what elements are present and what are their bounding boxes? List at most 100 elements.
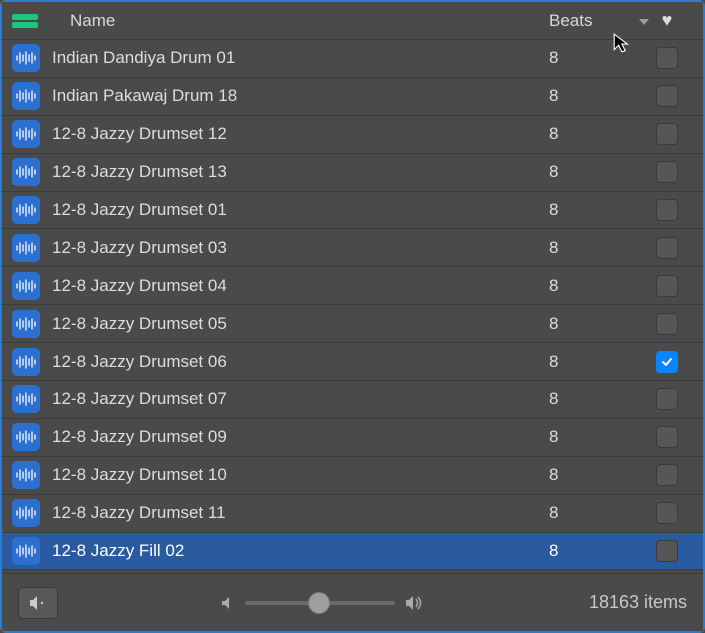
favorite-checkbox[interactable] — [656, 388, 678, 410]
favorite-cell — [647, 464, 695, 486]
waveform-icon — [12, 158, 40, 186]
favorite-cell — [647, 502, 695, 524]
waveform-icon — [12, 385, 40, 413]
waveform-icon — [12, 196, 40, 224]
table-row[interactable]: 12-8 Jazzy Drumset 13 8 — [2, 154, 703, 192]
favorite-checkbox[interactable] — [656, 426, 678, 448]
favorite-checkbox[interactable] — [656, 502, 678, 524]
table-row[interactable]: 12-8 Jazzy Drumset 07 8 — [2, 381, 703, 419]
waveform-icon — [12, 44, 40, 72]
footer-bar: 18163 items — [2, 573, 703, 631]
row-beats: 8 — [549, 352, 639, 372]
favorite-checkbox[interactable] — [656, 275, 678, 297]
favorite-checkbox[interactable] — [656, 237, 678, 259]
volume-slider-thumb[interactable] — [308, 592, 330, 614]
table-row[interactable]: 12-8 Jazzy Drumset 05 8 — [2, 305, 703, 343]
table-row[interactable]: 12-8 Jazzy Drumset 11 8 — [2, 495, 703, 533]
volume-slider-group — [74, 595, 573, 611]
row-name: Indian Dandiya Drum 01 — [48, 48, 541, 68]
volume-slider[interactable] — [245, 601, 395, 605]
view-toggle-button[interactable] — [12, 12, 40, 30]
row-beats: 8 — [549, 389, 639, 409]
row-beats: 8 — [549, 503, 639, 523]
row-beats: 8 — [549, 200, 639, 220]
table-row[interactable]: Indian Pakawaj Drum 18 8 — [2, 78, 703, 116]
waveform-icon — [12, 82, 40, 110]
favorite-checkbox[interactable] — [656, 161, 678, 183]
favorite-cell — [647, 85, 695, 107]
table-row[interactable]: 12-8 Jazzy Drumset 01 8 — [2, 192, 703, 230]
table-row[interactable]: 12-8 Jazzy Fill 02 8 — [2, 533, 703, 570]
favorite-cell — [647, 161, 695, 183]
heart-icon: ♥ — [662, 10, 673, 31]
favorite-checkbox[interactable] — [656, 464, 678, 486]
row-beats: 8 — [549, 314, 639, 334]
row-beats: 8 — [549, 86, 639, 106]
row-beats: 8 — [549, 48, 639, 68]
table-row[interactable]: 12-8 Jazzy Drumset 06 8 — [2, 343, 703, 381]
column-header-favorite[interactable]: ♥ — [647, 10, 695, 31]
column-header-name[interactable]: Name — [48, 11, 541, 31]
row-name: 12-8 Jazzy Drumset 01 — [48, 200, 541, 220]
row-name: Indian Pakawaj Drum 18 — [48, 86, 541, 106]
waveform-icon — [12, 272, 40, 300]
table-row[interactable]: 12-8 Jazzy Drumset 12 8 — [2, 116, 703, 154]
favorite-checkbox[interactable] — [656, 85, 678, 107]
row-name: 12-8 Jazzy Drumset 04 — [48, 276, 541, 296]
waveform-icon — [12, 310, 40, 338]
favorite-cell — [647, 313, 695, 335]
waveform-icon — [12, 461, 40, 489]
favorite-cell — [647, 426, 695, 448]
favorite-checkbox[interactable] — [656, 199, 678, 221]
row-name: 12-8 Jazzy Fill 02 — [48, 541, 541, 561]
chevron-down-icon — [639, 19, 649, 25]
row-beats: 8 — [549, 276, 639, 296]
table-row[interactable]: Indian Dandiya Drum 01 8 — [2, 40, 703, 78]
volume-low-icon — [221, 596, 235, 610]
row-beats: 8 — [549, 427, 639, 447]
column-header-beats-label: Beats — [549, 11, 592, 30]
table-row[interactable]: 12-8 Jazzy Drumset 038 — [2, 229, 703, 267]
favorite-checkbox[interactable] — [656, 351, 678, 373]
waveform-icon — [12, 423, 40, 451]
loop-list: Indian Dandiya Drum 018Indian Pakawaj Dr… — [2, 40, 703, 570]
column-header-beats[interactable]: Beats — [549, 11, 639, 31]
table-row[interactable]: 12-8 Jazzy Drumset 09 8 — [2, 419, 703, 457]
favorite-cell — [647, 47, 695, 69]
speaker-icon — [29, 595, 47, 611]
table-row[interactable]: 12-8 Jazzy Drumset 10 8 — [2, 457, 703, 495]
row-name: 12-8 Jazzy Drumset 05 — [48, 314, 541, 334]
row-beats: 8 — [549, 162, 639, 182]
waveform-icon — [12, 348, 40, 376]
volume-high-icon — [405, 595, 425, 611]
favorite-cell — [647, 388, 695, 410]
favorite-checkbox[interactable] — [656, 123, 678, 145]
row-name: 12-8 Jazzy Drumset 10 — [48, 465, 541, 485]
favorite-cell — [647, 199, 695, 221]
row-name: 12-8 Jazzy Drumset 09 — [48, 427, 541, 447]
row-beats: 8 — [549, 541, 639, 561]
favorite-checkbox[interactable] — [656, 47, 678, 69]
row-name: 12-8 Jazzy Drumset 12 — [48, 124, 541, 144]
item-count-label: 18163 items — [589, 592, 687, 613]
row-beats: 8 — [549, 465, 639, 485]
favorite-cell — [647, 275, 695, 297]
preview-button[interactable] — [18, 587, 58, 619]
row-beats: 8 — [549, 124, 639, 144]
table-row[interactable]: 12-8 Jazzy Drumset 04 8 — [2, 267, 703, 305]
favorite-checkbox[interactable] — [656, 313, 678, 335]
favorite-cell — [647, 237, 695, 259]
favorite-cell — [647, 123, 695, 145]
row-beats: 8 — [549, 238, 639, 258]
waveform-icon — [12, 499, 40, 527]
row-name: 12-8 Jazzy Drumset 07 — [48, 389, 541, 409]
waveform-icon — [12, 120, 40, 148]
waveform-icon — [12, 234, 40, 262]
row-name: 12-8 Jazzy Drumset 06 — [48, 352, 541, 372]
favorite-cell — [647, 351, 695, 373]
row-name: 12-8 Jazzy Drumset 13 — [48, 162, 541, 182]
waveform-icon — [12, 537, 40, 565]
row-name: 12-8 Jazzy Drumset 11 — [48, 503, 541, 523]
favorite-cell — [647, 540, 695, 562]
favorite-checkbox[interactable] — [656, 540, 678, 562]
